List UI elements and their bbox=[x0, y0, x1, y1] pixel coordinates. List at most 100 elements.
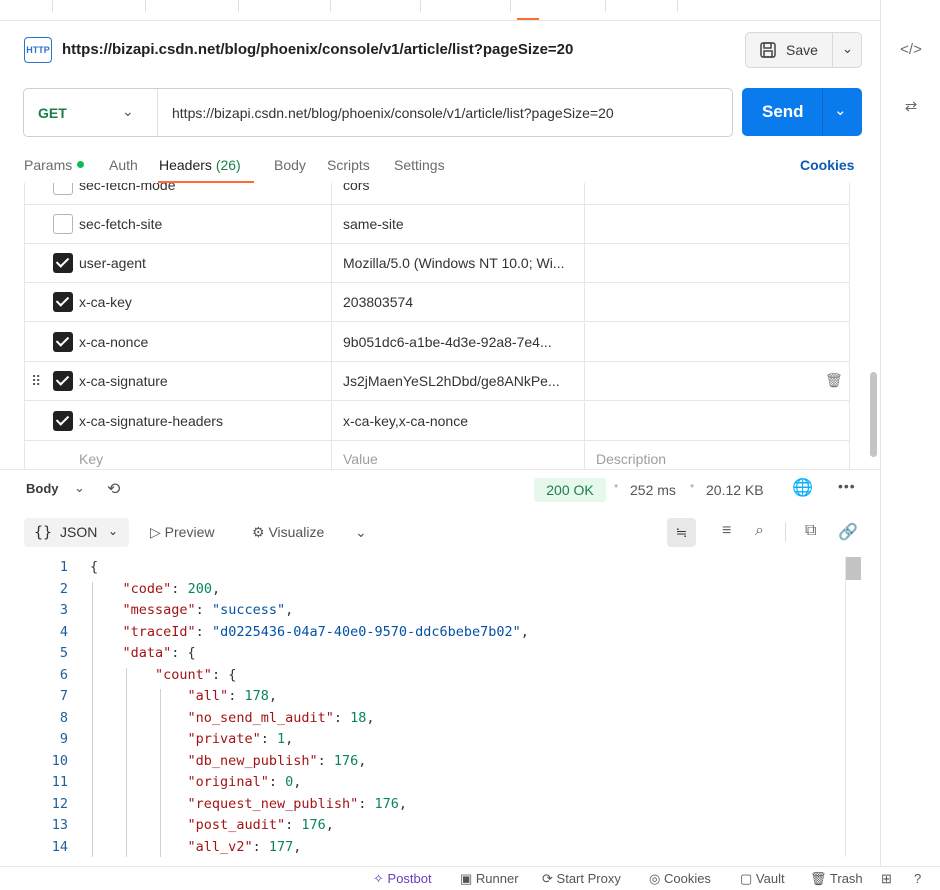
new-header-row: Key Value Description bbox=[25, 441, 849, 469]
tab-auth[interactable]: Auth bbox=[109, 157, 138, 173]
header-value[interactable]: 9b051dc6-a1be-4d3e-92a8-7e4... bbox=[343, 334, 552, 350]
line-number: 2 bbox=[59, 581, 68, 597]
header-key[interactable]: x-ca-key bbox=[79, 294, 132, 310]
header-key[interactable]: x-ca-signature-headers bbox=[79, 413, 223, 429]
header-key[interactable]: sec-fetch-mode bbox=[79, 183, 175, 193]
code-line: "data": { bbox=[122, 645, 196, 661]
help-icon[interactable]: ? bbox=[914, 871, 921, 886]
send-button[interactable]: Send ⌄ bbox=[742, 88, 862, 136]
value-input[interactable]: Value bbox=[343, 451, 378, 467]
line-number: 4 bbox=[59, 624, 68, 640]
header-checkbox[interactable] bbox=[53, 371, 73, 391]
header-key[interactable]: x-ca-nonce bbox=[79, 334, 148, 350]
history-icon[interactable]: ⟲ bbox=[107, 479, 120, 499]
code-line: "request_new_publish": 176, bbox=[187, 796, 408, 812]
headers-scrollbar[interactable] bbox=[870, 372, 877, 457]
delete-row-icon[interactable]: 🗑 bbox=[825, 372, 843, 389]
chevron-down-icon[interactable]: ⌄ bbox=[355, 524, 367, 541]
column-divider bbox=[584, 402, 585, 441]
header-value[interactable]: x-ca-key,x-ca-nonce bbox=[343, 413, 468, 429]
tab-scripts[interactable]: Scripts bbox=[327, 157, 370, 173]
wrap-lines-icon[interactable]: ≒ bbox=[667, 518, 696, 547]
save-button[interactable]: Save ⌄ bbox=[745, 32, 862, 68]
response-scrollbar[interactable] bbox=[845, 557, 861, 857]
cookies-button[interactable]: ◎ Cookies bbox=[649, 871, 711, 887]
header-value[interactable]: 203803574 bbox=[343, 294, 413, 310]
chevron-down-icon[interactable]: ⌄ bbox=[842, 41, 853, 57]
layout-icon[interactable]: ⊞ bbox=[881, 871, 892, 887]
toolbar-divider bbox=[785, 522, 786, 542]
postbot-button[interactable]: ✧ Postbot bbox=[373, 871, 432, 887]
response-json-viewer[interactable]: 1 { 2 "code": 200, 3 "message": "success… bbox=[24, 557, 844, 857]
format-select[interactable]: {} JSON ⌄ bbox=[24, 518, 129, 547]
tab-params[interactable]: Params bbox=[24, 157, 85, 173]
chevron-down-icon[interactable]: ⌄ bbox=[74, 480, 85, 496]
globe-icon[interactable]: 🌐 bbox=[792, 478, 813, 498]
search-icon[interactable]: ⌕ bbox=[755, 522, 764, 540]
postbot-icon: ✧ bbox=[373, 871, 384, 886]
drag-handle-icon[interactable]: ⠿ bbox=[31, 373, 41, 390]
key-input[interactable]: Key bbox=[79, 451, 103, 467]
header-key[interactable]: user-agent bbox=[79, 255, 146, 271]
start-proxy-label: Start Proxy bbox=[556, 871, 621, 886]
headers-table: sec-fetch-mode cors sec-fetch-site same-… bbox=[24, 183, 850, 469]
tab-separator bbox=[52, 0, 53, 12]
code-line: "count": { bbox=[155, 667, 237, 683]
related-collections-icon[interactable]: ⇄ bbox=[899, 95, 923, 119]
header-checkbox[interactable] bbox=[53, 183, 73, 195]
header-checkbox[interactable] bbox=[53, 292, 73, 312]
header-checkbox[interactable] bbox=[53, 332, 73, 352]
status-bar: ✧ Postbot ▣ Runner ⟳ Start Proxy ◎ Cooki… bbox=[0, 866, 940, 890]
pane-divider[interactable] bbox=[0, 469, 880, 470]
vault-icon: ▢ bbox=[740, 871, 753, 886]
header-value[interactable]: same-site bbox=[343, 216, 404, 232]
start-proxy-button[interactable]: ⟳ Start Proxy bbox=[542, 871, 621, 887]
response-time[interactable]: 252 ms bbox=[630, 482, 676, 498]
vault-button[interactable]: ▢ Vault bbox=[740, 871, 785, 887]
tab-separator bbox=[330, 0, 331, 12]
method-select[interactable]: GET bbox=[38, 105, 67, 121]
header-checkbox[interactable] bbox=[53, 214, 73, 234]
link-icon[interactable]: 🔗 bbox=[838, 522, 858, 542]
header-value[interactable]: Js2jMaenYeSL2hDbd/ge8ANkPe... bbox=[343, 373, 560, 389]
tab-separator bbox=[677, 0, 678, 12]
header-checkbox[interactable] bbox=[53, 411, 73, 431]
chevron-down-icon[interactable]: ⌄ bbox=[834, 101, 847, 119]
table-row: user-agent Mozilla/5.0 (Windows NT 10.0;… bbox=[25, 244, 849, 283]
table-row: x-ca-nonce 9b051dc6-a1be-4d3e-92a8-7e4..… bbox=[25, 323, 849, 362]
chevron-down-icon[interactable]: ⌄ bbox=[122, 103, 134, 120]
more-options-icon[interactable]: ••• bbox=[838, 478, 856, 494]
column-divider bbox=[584, 205, 585, 244]
column-divider bbox=[331, 362, 332, 401]
description-input[interactable]: Description bbox=[596, 451, 666, 467]
tab-body[interactable]: Body bbox=[274, 157, 306, 173]
url-input[interactable]: https://bizapi.csdn.net/blog/phoenix/con… bbox=[172, 105, 614, 121]
request-title[interactable]: https://bizapi.csdn.net/blog/phoenix/con… bbox=[62, 41, 573, 58]
visualize-button[interactable]: ⚙ Visualize bbox=[252, 524, 324, 541]
response-body-label[interactable]: Body bbox=[26, 481, 59, 496]
status-badge[interactable]: 200 OK bbox=[534, 478, 606, 502]
request-tab-strip bbox=[0, 0, 880, 21]
trash-button[interactable]: 🗑 Trash bbox=[810, 871, 863, 887]
code-line: "all": 178, bbox=[187, 688, 277, 704]
code-line: "private": 1, bbox=[187, 731, 294, 747]
cookies-link[interactable]: Cookies bbox=[800, 157, 854, 173]
filter-icon[interactable]: ≡ bbox=[722, 522, 731, 540]
visualize-label: Visualize bbox=[268, 524, 325, 540]
tab-settings[interactable]: Settings bbox=[394, 157, 445, 173]
code-icon[interactable]: </> bbox=[899, 38, 923, 62]
scrollbar-thumb[interactable] bbox=[846, 557, 861, 580]
response-size[interactable]: 20.12 KB bbox=[706, 482, 764, 498]
runner-button[interactable]: ▣ Runner bbox=[460, 871, 519, 887]
header-value[interactable]: Mozilla/5.0 (Windows NT 10.0; Wi... bbox=[343, 255, 564, 271]
tab-separator bbox=[145, 0, 146, 12]
header-checkbox[interactable] bbox=[53, 253, 73, 273]
line-number: 1 bbox=[59, 559, 68, 575]
tab-headers[interactable]: Headers (26) bbox=[159, 157, 241, 173]
preview-button[interactable]: ▷ Preview bbox=[150, 524, 214, 541]
params-indicator-dot bbox=[77, 161, 85, 168]
copy-icon[interactable]: ⧉ bbox=[805, 522, 816, 540]
header-key[interactable]: sec-fetch-site bbox=[79, 216, 162, 232]
header-key[interactable]: x-ca-signature bbox=[79, 373, 168, 389]
header-value[interactable]: cors bbox=[343, 183, 369, 193]
